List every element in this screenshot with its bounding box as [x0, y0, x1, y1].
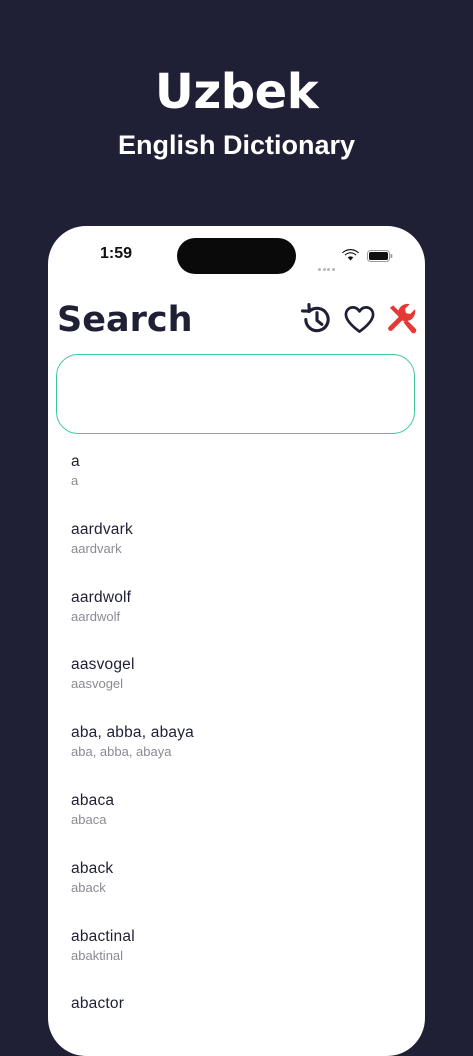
- result-item[interactable]: aback aback: [48, 859, 425, 927]
- result-translation: aardwolf: [71, 608, 121, 624]
- promo-title: Uzbek: [154, 64, 319, 120]
- cellular-signal-icon: [318, 258, 338, 271]
- result-translation: aardvark: [71, 540, 122, 556]
- dynamic-island: [177, 238, 296, 274]
- result-word: a: [71, 453, 80, 470]
- result-word: abaca: [71, 791, 115, 809]
- status-bar: 1:59: [48, 226, 425, 286]
- result-translation: aba, abba, abaya: [71, 744, 172, 760]
- page-title: Search: [57, 300, 193, 340]
- result-word: aardwolf: [71, 588, 132, 606]
- wifi-icon: [342, 249, 359, 261]
- results-list: a a aardvark aardvark aardwolf aardwolf aasvog…: [48, 452, 425, 1056]
- result-item[interactable]: aba, abba, abaya aba, abba, abaya: [48, 723, 425, 791]
- battery-icon: [367, 250, 393, 262]
- phone-screen: 1:59 Search a a aardvark aardvark aardwolf aa…: [48, 226, 425, 1056]
- result-word: abactor: [71, 995, 125, 1013]
- search-input[interactable]: [56, 354, 415, 434]
- result-word: aback: [71, 859, 114, 877]
- tools-icon[interactable]: [385, 302, 420, 337]
- result-item[interactable]: abaca abaca: [48, 791, 425, 859]
- result-word: aardvark: [71, 520, 133, 538]
- status-time: 1:59: [100, 245, 133, 262]
- result-word: aba, abba, abaya: [71, 724, 194, 742]
- result-translation: aback: [71, 879, 106, 895]
- promo-subtitle: English Dictionary: [117, 130, 356, 160]
- heart-icon[interactable]: [343, 304, 376, 335]
- history-icon[interactable]: [299, 302, 334, 337]
- result-item[interactable]: aardvark aardvark: [48, 520, 425, 588]
- result-word: abactinal: [71, 927, 135, 945]
- result-item[interactable]: abactinal abaktinal: [48, 927, 425, 995]
- result-translation: aasvogel: [71, 676, 124, 692]
- result-translation: abaca: [71, 811, 107, 827]
- result-translation: a: [71, 473, 79, 488]
- result-item[interactable]: aardwolf aardwolf: [48, 588, 425, 656]
- result-item[interactable]: aasvogel aasvogel: [48, 655, 425, 723]
- result-word: aasvogel: [71, 656, 135, 674]
- result-translation: abaktinal: [71, 947, 124, 963]
- result-item[interactable]: abactor: [48, 994, 425, 1056]
- result-item[interactable]: aa: [48, 452, 425, 520]
